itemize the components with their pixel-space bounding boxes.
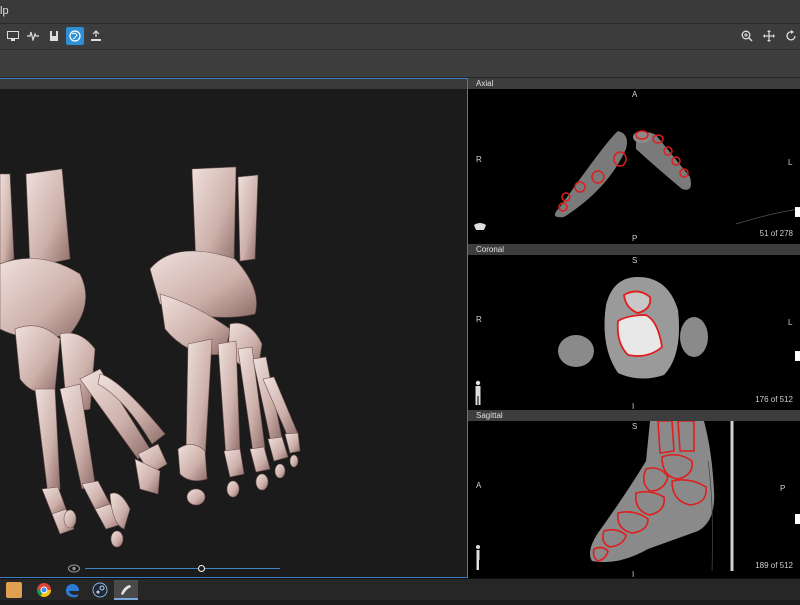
edge-icon[interactable] bbox=[64, 582, 80, 598]
sagittal-title: Sagittal bbox=[468, 410, 800, 421]
chrome-icon[interactable] bbox=[36, 582, 52, 598]
pinned-app-icon[interactable] bbox=[114, 580, 138, 600]
rotate-icon[interactable] bbox=[782, 27, 800, 45]
foot-volume-render[interactable] bbox=[0, 89, 468, 559]
right-foot-render bbox=[149, 166, 301, 506]
waveform-icon[interactable] bbox=[24, 27, 42, 45]
body-figure-side-icon bbox=[476, 545, 480, 570]
sagittal-slice-image bbox=[476, 421, 734, 572]
opacity-slider[interactable] bbox=[68, 563, 282, 575]
axial-slice-image bbox=[474, 130, 799, 230]
eye-icon bbox=[68, 564, 80, 573]
volume-render-panel[interactable] bbox=[0, 78, 468, 578]
sub-toolbar bbox=[0, 50, 800, 78]
export-icon[interactable] bbox=[87, 27, 105, 45]
menu-bar: lp bbox=[0, 0, 800, 24]
axial-title: Axial bbox=[468, 78, 800, 89]
slider-track[interactable] bbox=[85, 568, 280, 569]
globe-icon[interactable] bbox=[66, 27, 84, 45]
toolbar bbox=[0, 24, 800, 50]
app-icon[interactable] bbox=[6, 582, 22, 598]
coronal-slice-image bbox=[475, 277, 708, 405]
axial-slice-count: 51 of 278 bbox=[759, 229, 793, 238]
steam-icon[interactable] bbox=[92, 582, 108, 598]
menu-help[interactable]: lp bbox=[0, 5, 9, 17]
volume-panel-header bbox=[0, 79, 467, 89]
axial-view[interactable]: Axial A P R L 51 of 278 bbox=[468, 78, 800, 244]
body-figure-icon bbox=[475, 380, 481, 405]
zoom-icon[interactable] bbox=[738, 27, 756, 45]
body-orientation-icon bbox=[474, 223, 486, 230]
bucket-icon[interactable] bbox=[45, 27, 63, 45]
coronal-view[interactable]: Coronal S I R L 176 of 512 bbox=[468, 244, 800, 410]
pan-icon[interactable] bbox=[760, 27, 778, 45]
coronal-scroll-marker[interactable] bbox=[795, 351, 800, 361]
coronal-title: Coronal bbox=[468, 244, 800, 255]
coronal-slice-count: 176 of 512 bbox=[755, 395, 793, 404]
axial-scroll-marker[interactable] bbox=[795, 207, 800, 217]
taskbar bbox=[0, 578, 800, 600]
left-foot-render bbox=[0, 168, 168, 548]
sagittal-view[interactable]: Sagittal S I A P 189 of 512 bbox=[468, 410, 800, 578]
sagittal-slice-count: 189 of 512 bbox=[755, 561, 793, 570]
slider-thumb[interactable] bbox=[198, 565, 205, 572]
sagittal-scroll-marker[interactable] bbox=[795, 514, 800, 524]
monitor-icon[interactable] bbox=[4, 27, 22, 45]
